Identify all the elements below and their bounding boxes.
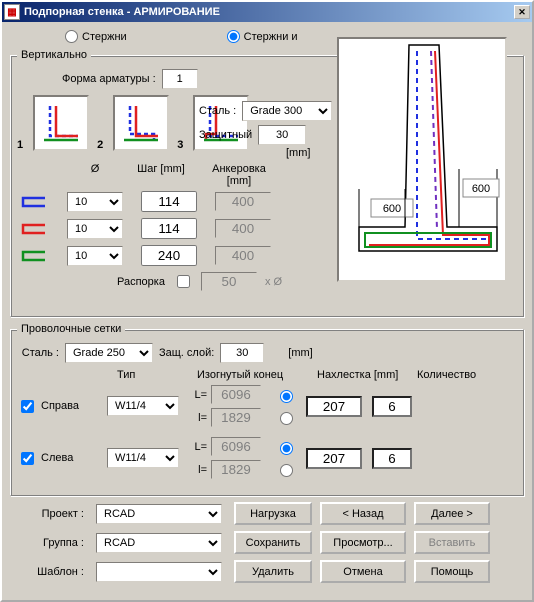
dia-2[interactable]: 10	[67, 219, 123, 239]
mesh-right-l	[211, 408, 261, 427]
mesh-cover-label: Защ. слой:	[159, 347, 214, 359]
mesh-right-checkbox[interactable]	[21, 400, 34, 413]
form-value-input[interactable]	[162, 69, 198, 89]
steel-select[interactable]: Grade 300	[242, 101, 332, 121]
bar-icon-green	[17, 249, 49, 263]
mesh-col-type: Тип	[117, 369, 197, 381]
group-select[interactable]: RCAD	[96, 533, 222, 553]
mesh-col-lap: Нахлестка [mm]	[317, 369, 417, 381]
mesh-legend: Проволочные сетки	[17, 323, 125, 335]
form-label: Форма арматуры :	[62, 73, 156, 85]
anchor-3	[215, 246, 271, 265]
mesh-mm: [mm]	[288, 347, 312, 359]
mesh-left-chk[interactable]: Слева	[17, 449, 97, 468]
strut-value	[201, 272, 257, 291]
mesh-left-qty[interactable]	[372, 448, 412, 469]
mesh-left-checkbox[interactable]	[21, 452, 34, 465]
bar-icon-blue	[17, 195, 49, 209]
cover-input[interactable]	[258, 125, 306, 145]
mesh-cover-input[interactable]	[220, 343, 264, 363]
mode-bars-radio[interactable]	[65, 30, 78, 43]
load-button[interactable]: Нагрузка	[234, 502, 312, 525]
mesh-right-qty[interactable]	[372, 396, 412, 417]
dia-3[interactable]: 10	[67, 246, 123, 266]
step-3[interactable]	[141, 245, 197, 266]
bottom-controls: Проект : RCAD Нагрузка < Назад Далее > Г…	[10, 502, 524, 583]
mesh-left: Слева W11/4 L= l=	[17, 437, 517, 479]
mesh-group: Проволочные сетки Сталь : Grade 250 Защ.…	[10, 323, 524, 496]
mode-bars-label: Стержни	[82, 31, 127, 43]
mode-barsand-label: Стержни и	[244, 31, 298, 43]
svg-text:600: 600	[472, 183, 490, 195]
project-label: Проект :	[20, 508, 88, 520]
mesh-right-bend-l[interactable]	[280, 412, 293, 425]
delete-button[interactable]: Удалить	[234, 560, 312, 583]
vertical-legend: Вертикально	[17, 49, 91, 61]
window-title: Подпорная стенка - АРМИРОВАНИЕ	[24, 6, 514, 18]
mesh-col-qty: Количество	[417, 369, 497, 381]
steel-label: Сталь :	[199, 105, 236, 117]
mode-barsand-radio[interactable]	[227, 30, 240, 43]
group-label: Группа :	[20, 537, 88, 549]
mesh-right-chk[interactable]: Справа	[17, 397, 97, 416]
mesh-left-bend-L[interactable]	[280, 442, 293, 455]
template-label: Шаблон :	[20, 566, 88, 578]
mesh-l-label: l=	[189, 412, 207, 424]
mesh-steel-label: Сталь :	[17, 347, 59, 359]
mesh-left-bend-l[interactable]	[280, 464, 293, 477]
col-step: Шаг [mm]	[123, 163, 199, 187]
mesh-steel-select[interactable]: Grade 250	[65, 343, 153, 363]
mesh-left-l	[211, 460, 261, 479]
app-icon: ▦	[4, 4, 20, 20]
mesh-right: Справа W11/4 L= l=	[17, 385, 517, 427]
dia-1[interactable]: 10	[67, 192, 123, 212]
wall-diagram: 600 600	[337, 37, 507, 282]
cover-mm: [mm]	[286, 147, 341, 159]
step-2[interactable]	[141, 218, 197, 239]
mesh-left-L	[211, 437, 261, 456]
template-select[interactable]	[96, 562, 222, 582]
vertical-group: Вертикально Форма арматуры : 1 2	[10, 49, 524, 317]
title-bar: ▦ Подпорная стенка - АРМИРОВАНИЕ ✕	[2, 2, 532, 22]
save-button[interactable]: Сохранить	[234, 531, 312, 554]
back-button[interactable]: < Назад	[320, 502, 406, 525]
mesh-right-bend-L[interactable]	[280, 390, 293, 403]
mesh-left-type[interactable]: W11/4	[107, 448, 179, 468]
bar-icon-red	[17, 222, 49, 236]
mesh-col-bent: Изогнутый конец	[197, 369, 317, 381]
preview-button[interactable]: Просмотр...	[320, 531, 406, 554]
mesh-right-lap[interactable]	[306, 396, 362, 417]
mode-bars[interactable]: Стержни	[65, 30, 127, 43]
mesh-L-label: L=	[189, 389, 207, 401]
anchor-2	[215, 219, 271, 238]
mesh-right-type[interactable]: W11/4	[107, 396, 179, 416]
strut-mult: x Ø	[265, 276, 282, 288]
col-dia: Ø	[67, 163, 123, 187]
mesh-l-label2: l=	[189, 464, 207, 476]
help-button[interactable]: Помощь	[414, 560, 490, 583]
mesh-left-label: Слева	[41, 452, 73, 464]
strut-check[interactable]	[177, 275, 190, 288]
next-button[interactable]: Далее >	[414, 502, 490, 525]
cover-label: Защитный	[199, 129, 252, 141]
mesh-right-label: Справа	[41, 400, 79, 412]
mesh-right-L	[211, 385, 261, 404]
mesh-L-label2: L=	[189, 441, 207, 453]
anchor-1	[215, 192, 271, 211]
svg-text:600: 600	[383, 203, 401, 215]
step-1[interactable]	[141, 191, 197, 212]
strut-label: Распорка	[117, 276, 165, 288]
mode-bars-and[interactable]: Стержни и	[227, 30, 298, 43]
close-icon[interactable]: ✕	[514, 5, 530, 19]
mesh-left-lap[interactable]	[306, 448, 362, 469]
insert-button: Вставить	[414, 531, 490, 554]
col-anchor: Анкеровка [mm]	[199, 163, 279, 187]
cancel-button[interactable]: Отмена	[320, 560, 406, 583]
project-select[interactable]: RCAD	[96, 504, 222, 524]
